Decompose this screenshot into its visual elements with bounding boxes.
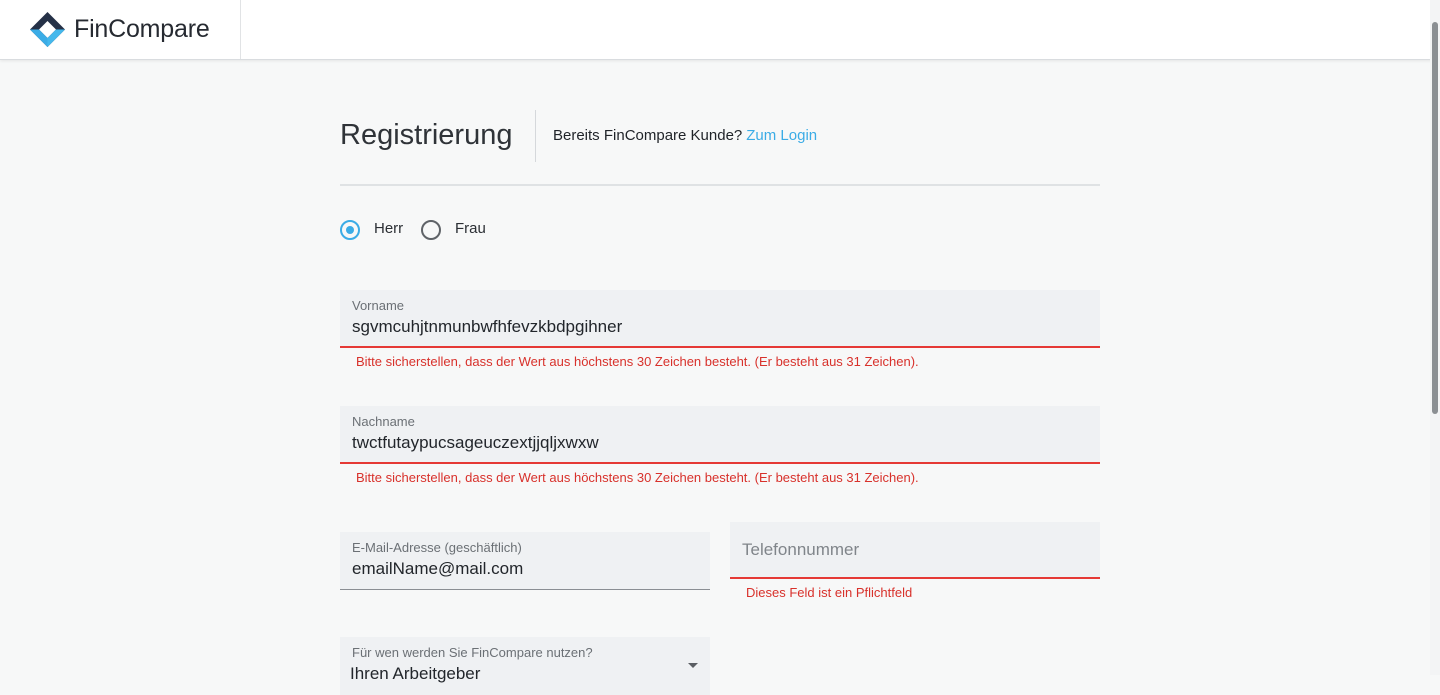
- brand-name: FinCompare: [74, 15, 210, 43]
- radio-frau[interactable]: Frau: [421, 218, 491, 242]
- first-name-input[interactable]: sgvmcuhjtnmunbwfhfevzkbdpgihner: [352, 316, 622, 338]
- radio-selected-dot: [346, 226, 354, 234]
- brand-logo-link[interactable]: FinCompare: [0, 0, 241, 59]
- usage-select[interactable]: Für wen werden Sie FinCompare nutzen? Ih…: [340, 637, 710, 695]
- phone-placeholder[interactable]: Telefonnummer: [742, 539, 859, 561]
- page-scrollbar[interactable]: [1430, 0, 1440, 675]
- email-label: E-Mail-Adresse (geschäftlich): [352, 540, 522, 555]
- first-name-field[interactable]: Vorname sgvmcuhjtnmunbwfhfevzkbdpgihner: [340, 290, 1100, 348]
- last-name-label: Nachname: [352, 414, 415, 429]
- scrollbar-thumb[interactable]: [1432, 22, 1438, 414]
- phone-error: Dieses Feld ist ein Pflichtfeld: [746, 585, 913, 600]
- last-name-input[interactable]: twctfutaypucsageuczextjjqljxwxw: [352, 432, 599, 454]
- radio-herr-label: Herr: [374, 220, 404, 237]
- page-title: Registrierung: [340, 119, 513, 151]
- phone-field[interactable]: Telefonnummer: [730, 522, 1100, 579]
- usage-label: Für wen werden Sie FinCompare nutzen?: [352, 645, 593, 660]
- login-prompt-text: Bereits FinCompare Kunde?: [553, 127, 743, 144]
- email-input[interactable]: emailName@mail.com: [352, 558, 523, 580]
- email-field[interactable]: E-Mail-Adresse (geschäftlich) emailName@…: [340, 532, 710, 590]
- radio-herr[interactable]: Herr: [340, 218, 410, 242]
- header-divider: [340, 184, 1100, 186]
- radio-frau-label: Frau: [455, 220, 486, 237]
- first-name-label: Vorname: [352, 298, 405, 313]
- radio-frau-circle[interactable]: [421, 220, 441, 240]
- login-link[interactable]: Zum Login: [746, 127, 817, 144]
- fincompare-logo-icon: [30, 12, 65, 47]
- last-name-field[interactable]: Nachname twctfutaypucsageuczextjjqljxwxw: [340, 406, 1100, 464]
- last-name-error: Bitte sicherstellen, dass der Wert aus h…: [356, 470, 919, 485]
- radio-herr-circle[interactable]: [340, 220, 360, 240]
- usage-selected-value[interactable]: Ihren Arbeitgeber: [350, 663, 480, 685]
- first-name-error: Bitte sicherstellen, dass der Wert aus h…: [356, 354, 919, 369]
- chevron-down-icon[interactable]: [688, 663, 698, 668]
- login-hint: Bereits FinCompare Kunde? Zum Login: [553, 126, 817, 146]
- top-navigation-bar: FinCompare: [0, 0, 1440, 60]
- title-divider: [535, 110, 536, 162]
